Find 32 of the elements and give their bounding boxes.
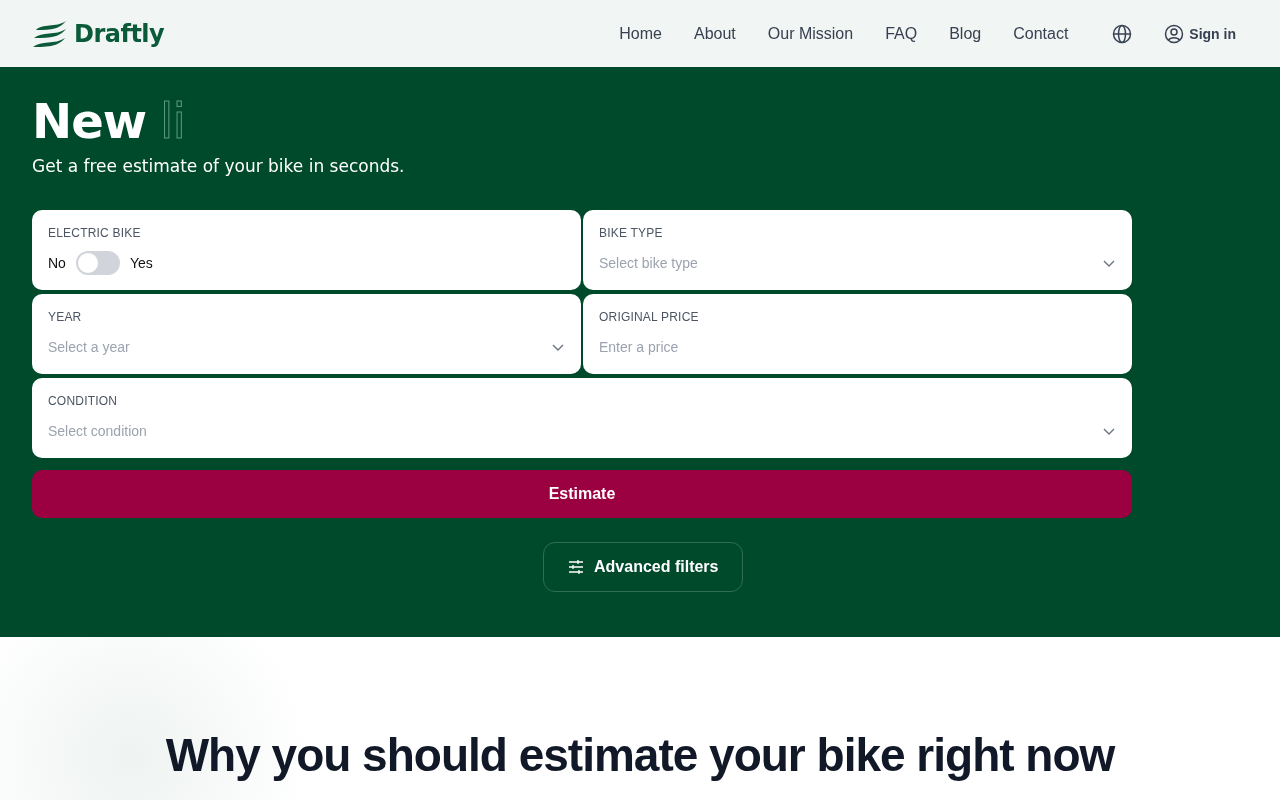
field-label: ELECTRIC BIKE [48,226,142,240]
field-label: BIKE TYPE [599,226,664,240]
sliders-icon [568,559,584,575]
logo-text: Draftly [74,19,165,48]
sign-in-link[interactable]: Sign in [1164,23,1236,44]
user-icon [1164,23,1185,44]
logo-link[interactable]: Draftly [32,19,165,48]
toggle-label: No [48,255,66,271]
estimate-button[interactable]: Estimate [32,470,1132,518]
language-button[interactable] [1112,23,1133,44]
price-input[interactable]: Enter a price [599,339,1116,355]
field-label: YEAR [48,310,83,324]
nav-link[interactable]: About [693,24,736,43]
select-field[interactable]: Select bike type [599,255,1102,271]
nav-link[interactable]: Our Mission [767,24,854,43]
field-label: CONDITION [48,394,119,408]
logo-icon [32,19,68,48]
nav-link[interactable]: FAQ [885,24,918,43]
nav-link[interactable]: Blog [949,24,982,43]
field-label: ORIGINAL PRICE [599,310,700,324]
select-field[interactable]: Select condition [48,423,1102,439]
section-heading: Why you should estimate your bike right now [164,729,1116,781]
hero-title: New [32,93,147,149]
typing-text: li [160,93,185,149]
toggle-switch[interactable] [75,251,120,275]
hero-subtitle: Get a free estimate of your bike in seconds. [32,156,406,176]
nav-link[interactable]: Contact [1013,24,1069,43]
nav-link[interactable]: Home [619,24,662,43]
select-field[interactable]: Select a year [48,339,551,355]
globe-icon [1112,23,1133,44]
advanced-filters-button[interactable]: Advanced filters [543,542,744,592]
toggle-label: Yes [129,255,153,271]
